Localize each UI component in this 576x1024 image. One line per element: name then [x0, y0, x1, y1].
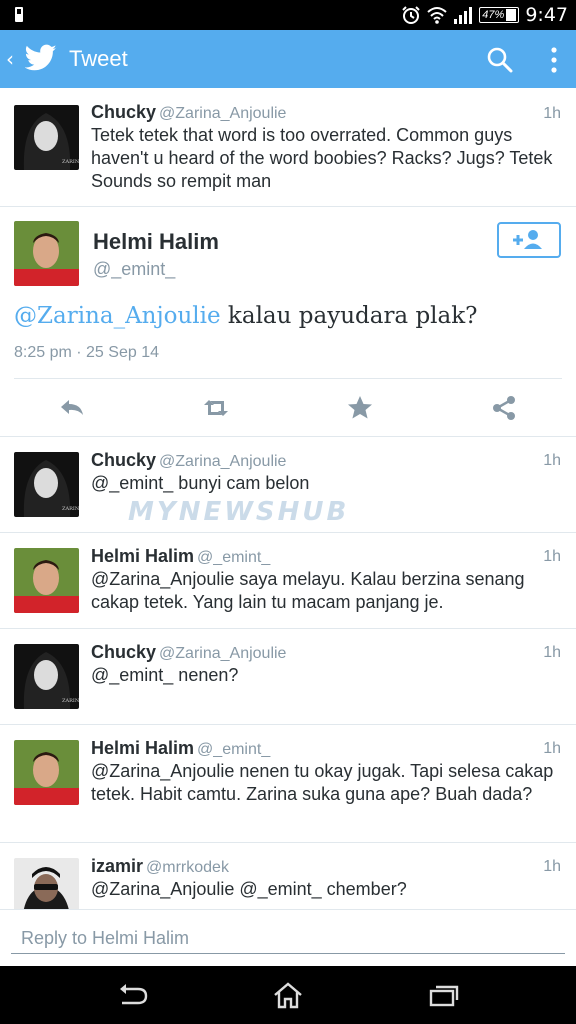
nav-back-icon[interactable] [116, 980, 150, 1010]
tweet-detail: Helmi Halim @_emint_ @Zarina_Anjoulie ka… [0, 206, 576, 437]
wifi-icon [427, 7, 447, 24]
author-handle: @Zarina_Anjoulie [159, 645, 287, 662]
tweet-time: 1h [543, 644, 561, 661]
list-item[interactable]: ZARINA Chucky@Zarina_Anjoulie 1h Tetek t… [0, 88, 576, 206]
battery-level: 47% [482, 9, 505, 21]
page-title: Tweet [69, 46, 128, 71]
avatar[interactable]: ZARINA [14, 105, 79, 170]
alarm-icon [402, 6, 421, 24]
author-name: Helmi Halim [91, 546, 195, 566]
more-vert-icon[interactable] [549, 45, 559, 75]
share-icon[interactable] [489, 393, 519, 423]
author-name: Chucky [91, 102, 157, 122]
list-item[interactable]: Helmi Halim @_emint_ 1h @Zarina_Anjoulie … [0, 533, 576, 629]
tweet-time: 1h [543, 105, 561, 122]
reply-bar [0, 909, 576, 966]
list-item[interactable]: izamir @mrrkodek 1h @Zarina_Anjoulie @_em… [0, 843, 576, 909]
author-handle: @_emint_ [197, 549, 271, 566]
tweet-text: @Zarina_Anjoulie @_emint_ chember? [91, 879, 407, 899]
sim-icon [15, 7, 23, 22]
signal-icon [454, 7, 473, 24]
favorite-icon[interactable] [345, 393, 375, 423]
author-handle: @Zarina_Anjoulie [159, 453, 287, 470]
nav-home-icon[interactable] [271, 980, 305, 1010]
author-name: Helmi Halim [93, 229, 219, 254]
tweet-time: 1h [543, 548, 561, 565]
tweet-text: @_emint_ bunyi cam belon [91, 473, 310, 493]
mention-link[interactable]: @Zarina_Anjoulie [14, 303, 221, 329]
watermark: MYNEWSHUB [128, 497, 350, 527]
tweet-time: 1h [543, 740, 561, 757]
app-bar: ‹ Tweet [0, 30, 576, 88]
author-handle: @_emint_ [197, 741, 271, 758]
back-icon[interactable]: ‹ [6, 47, 14, 71]
avatar[interactable]: ZARINA [14, 644, 79, 709]
list-item[interactable]: ZARINA Chucky@Zarina_Anjoulie 1h @_emint… [0, 629, 576, 725]
avatar[interactable]: ZARINA [14, 452, 79, 517]
retweet-icon[interactable] [201, 393, 231, 423]
avatar[interactable] [14, 740, 79, 805]
author-handle: @mrrkodek [146, 859, 229, 876]
tweet-body: kalau payudara plak? [220, 303, 478, 329]
search-icon[interactable] [486, 46, 514, 74]
twitter-bird-icon[interactable] [25, 44, 57, 72]
status-time: 9:47 [525, 4, 568, 26]
tweet-text: @_emint_ nenen? [91, 665, 239, 685]
avatar[interactable] [14, 548, 79, 613]
author-name: Chucky [91, 642, 157, 662]
author-name: izamir [91, 856, 144, 876]
svg-text:ZARINA: ZARINA [62, 159, 79, 165]
system-nav-bar [0, 966, 576, 1024]
author-handle: @_emint_ [93, 259, 176, 279]
tweet-time: 1h [543, 452, 561, 469]
reply-input[interactable] [11, 923, 565, 954]
avatar[interactable] [14, 858, 79, 909]
battery-icon: 47% [479, 7, 520, 23]
follow-button[interactable] [497, 222, 561, 258]
svg-text:ZARINA: ZARINA [62, 698, 79, 704]
add-user-icon [513, 230, 542, 249]
author-handle: @Zarina_Anjoulie [159, 105, 287, 122]
author-name: Helmi Halim [91, 738, 195, 758]
status-bar: 47% 9:47 [0, 0, 576, 30]
tweet-text: @Zarina_Anjoulie saya melayu. Kalau berz… [91, 569, 525, 612]
reply-icon[interactable] [57, 393, 87, 423]
list-item[interactable]: Helmi Halim @_emint_ 1h @Zarina_Anjoulie … [0, 725, 576, 843]
tweet-timestamp: 8:25 pm · 25 Sep 14 [14, 344, 159, 361]
nav-recents-icon[interactable] [426, 980, 460, 1010]
tweet-text: Tetek tetek that word is too overrated. … [91, 125, 553, 191]
svg-text:ZARINA: ZARINA [62, 506, 79, 512]
author-name: Chucky [91, 450, 157, 470]
tweet-time: 1h [543, 858, 561, 875]
divider [14, 378, 562, 379]
avatar[interactable] [14, 221, 79, 286]
tweet-text: @Zarina_Anjoulie kalau payudara plak? [14, 303, 478, 329]
tweet-text: @Zarina_Anjoulie nenen tu okay jugak. Ta… [91, 761, 554, 804]
